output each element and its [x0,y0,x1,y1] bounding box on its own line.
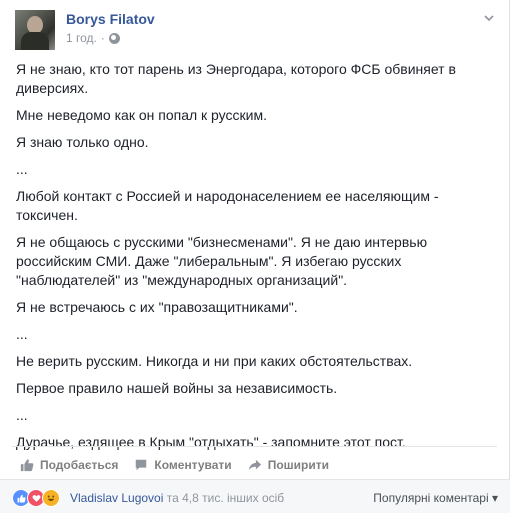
post-meta: 1 год. · [66,31,120,45]
comment-button[interactable]: Коментувати [126,452,239,472]
post-actions: Подобається Коментувати Поширити [12,446,497,476]
sort-label: Популярні коментарі [373,491,489,505]
post-time[interactable]: 1 год. [66,31,97,45]
dropdown-icon: ▾ [491,491,498,505]
globe-icon[interactable] [108,32,120,44]
post-paragraph: Я не общаюсь с русскими "бизнесменами". … [16,234,428,288]
avatar-body [21,32,49,50]
share-icon [248,459,261,470]
post-paragraph: ... [16,407,28,423]
haha-icon [42,489,60,507]
like-button[interactable]: Подобається [12,452,126,472]
reactor-name[interactable]: Vladislav Lugovoi [70,491,163,505]
post-paragraph: Не верить русским. Никогда и ни при каки… [16,353,413,369]
reactors-summary[interactable]: Vladislav Lugovoi та 4,8 тис. інших осіб [70,491,284,505]
like-label: Подобається [40,457,119,472]
comment-icon [136,459,147,470]
post-card: Borys Filatov 1 год. · Я не знаю, кто то… [0,0,510,513]
post-paragraph: Мне неведомо как он попал к русским. [16,107,267,123]
share-button[interactable]: Поширити [240,452,337,472]
post-paragraph: Я не встречаюсь с их "правозащитниками". [16,299,298,315]
post-paragraph: Я не знаю, кто тот парень из Энергодара,… [16,61,456,96]
author-name[interactable]: Borys Filatov [66,11,155,27]
chevron-down-icon[interactable] [483,12,495,24]
reactor-rest: та 4,8 тис. інших осіб [163,491,285,505]
post-paragraph: Первое правило нашей войны за независимо… [16,380,338,396]
comments-sort[interactable]: Популярні коментарі ▾ [373,491,498,505]
post-paragraph: ... [16,326,28,342]
post-paragraph: Любой контакт с Россией и народонаселени… [16,188,439,223]
avatar[interactable] [15,10,55,50]
reactions-bar: Vladislav Lugovoi та 4,8 тис. інших осіб… [0,479,510,513]
post-paragraph: ... [16,161,28,177]
share-label: Поширити [267,457,329,472]
post-text: Я не знаю, кто тот парень из Энергодара,… [16,60,486,460]
thumbs-up-icon [20,458,34,471]
reaction-icons[interactable] [12,489,60,507]
comment-label: Коментувати [154,457,232,472]
post-paragraph: Я знаю только одно. [16,134,149,150]
